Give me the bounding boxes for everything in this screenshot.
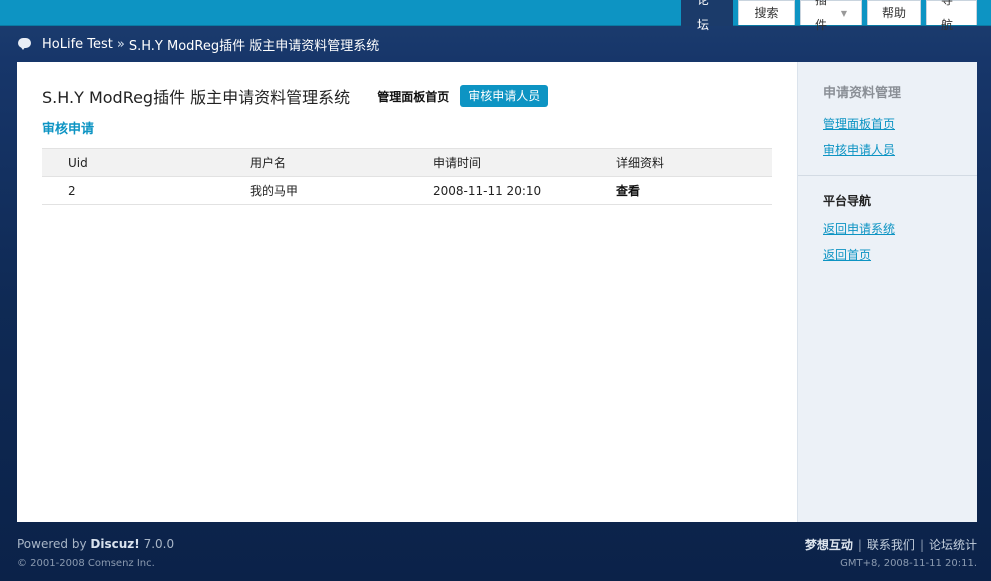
- sidebar-link-review[interactable]: 审核申请人员: [823, 141, 977, 158]
- cell-uid: 2: [42, 176, 250, 205]
- sidebar-link-admin-home[interactable]: 管理面板首页: [823, 115, 977, 132]
- nav-tabs: 论坛 搜索 插件 ▼ 帮助 导航: [676, 0, 977, 32]
- col-username: 用户名: [250, 148, 433, 177]
- tab-search-label: 搜索: [754, 5, 779, 20]
- title-row: S.H.Y ModReg插件 版主申请资料管理系统 管理面板首页 审核申请人员: [42, 84, 797, 108]
- footer-timestamp: GMT+8, 2008-11-11 20:11.: [840, 558, 977, 569]
- admin-home-link[interactable]: 管理面板首页: [377, 88, 449, 105]
- copyright: © 2001-2008 Comsenz Inc.: [17, 558, 155, 569]
- powered-by-text: Powered by: [17, 537, 87, 551]
- top-bar: 论坛 搜索 插件 ▼ 帮助 导航: [0, 0, 991, 32]
- tab-forum-label: 论坛: [697, 0, 710, 32]
- applications-table: Uid 用户名 申请时间 详细资料 2 我的马甲 2008-11-11 20:1…: [42, 148, 772, 205]
- sidebar: 申请资料管理 管理面板首页 审核申请人员 平台导航 返回申请系统 返回首页: [797, 62, 977, 522]
- discuz-link[interactable]: Discuz!: [90, 537, 139, 551]
- col-apply-time: 申请时间: [433, 148, 616, 177]
- tab-forum[interactable]: 论坛: [681, 0, 733, 32]
- footer-link-contact[interactable]: 联系我们: [867, 536, 915, 553]
- speech-bubble-icon: [18, 38, 32, 50]
- view-details-link[interactable]: 查看: [616, 184, 640, 198]
- breadcrumb-current: S.H.Y ModReg插件 版主申请资料管理系统: [128, 38, 380, 54]
- footer-separator: |: [919, 537, 924, 552]
- cell-apply-time: 2008-11-11 20:10: [433, 176, 616, 205]
- sidebar-section-manage: 申请资料管理 管理面板首页 审核申请人员: [798, 62, 977, 158]
- col-details: 详细资料: [616, 148, 772, 177]
- table-row: 2 我的马甲 2008-11-11 20:10 查看: [42, 176, 772, 205]
- sidebar-link-back-home[interactable]: 返回首页: [823, 246, 977, 263]
- breadcrumb-separator: »: [116, 36, 125, 52]
- review-applicants-button[interactable]: 审核申请人员: [460, 85, 549, 107]
- tab-navigation[interactable]: 导航: [926, 0, 977, 32]
- tab-help-label: 帮助: [882, 5, 907, 20]
- sidebar-section-nav: 平台导航 返回申请系统 返回首页: [798, 176, 977, 263]
- tab-help[interactable]: 帮助: [867, 0, 921, 25]
- page-title: S.H.Y ModReg插件 版主申请资料管理系统: [42, 88, 351, 107]
- tab-plugins[interactable]: 插件 ▼: [800, 0, 862, 32]
- chevron-down-icon: ▼: [840, 8, 847, 18]
- sidebar-heading-manage: 申请资料管理: [823, 86, 902, 101]
- cell-username: 我的马甲: [250, 176, 433, 205]
- tab-search[interactable]: 搜索: [738, 0, 795, 25]
- footer-link-dream[interactable]: 梦想互动: [805, 536, 853, 553]
- sidebar-heading-nav: 平台导航: [823, 194, 872, 208]
- content-wrapper: S.H.Y ModReg插件 版主申请资料管理系统 管理面板首页 审核申请人员 …: [17, 62, 977, 522]
- main-panel: S.H.Y ModReg插件 版主申请资料管理系统 管理面板首页 审核申请人员 …: [17, 62, 797, 522]
- footer-links: 梦想互动 | 联系我们 | 论坛统计: [805, 536, 977, 553]
- section-title: 审核申请: [42, 122, 95, 137]
- breadcrumb: HoLife Test » S.H.Y ModReg插件 版主申请资料管理系统: [18, 36, 380, 54]
- footer-powered: Powered by Discuz! 7.0.0: [17, 537, 174, 551]
- sidebar-link-back-system[interactable]: 返回申请系统: [823, 220, 977, 237]
- table-header-row: Uid 用户名 申请时间 详细资料: [42, 148, 772, 177]
- version-text: 7.0.0: [143, 537, 175, 551]
- footer-separator: |: [857, 537, 862, 552]
- tab-navigation-label: 导航: [941, 0, 954, 32]
- col-uid: Uid: [42, 148, 250, 177]
- breadcrumb-site-link[interactable]: HoLife Test: [42, 37, 113, 52]
- tab-plugins-label: 插件: [815, 0, 828, 32]
- footer-link-stats[interactable]: 论坛统计: [929, 536, 977, 553]
